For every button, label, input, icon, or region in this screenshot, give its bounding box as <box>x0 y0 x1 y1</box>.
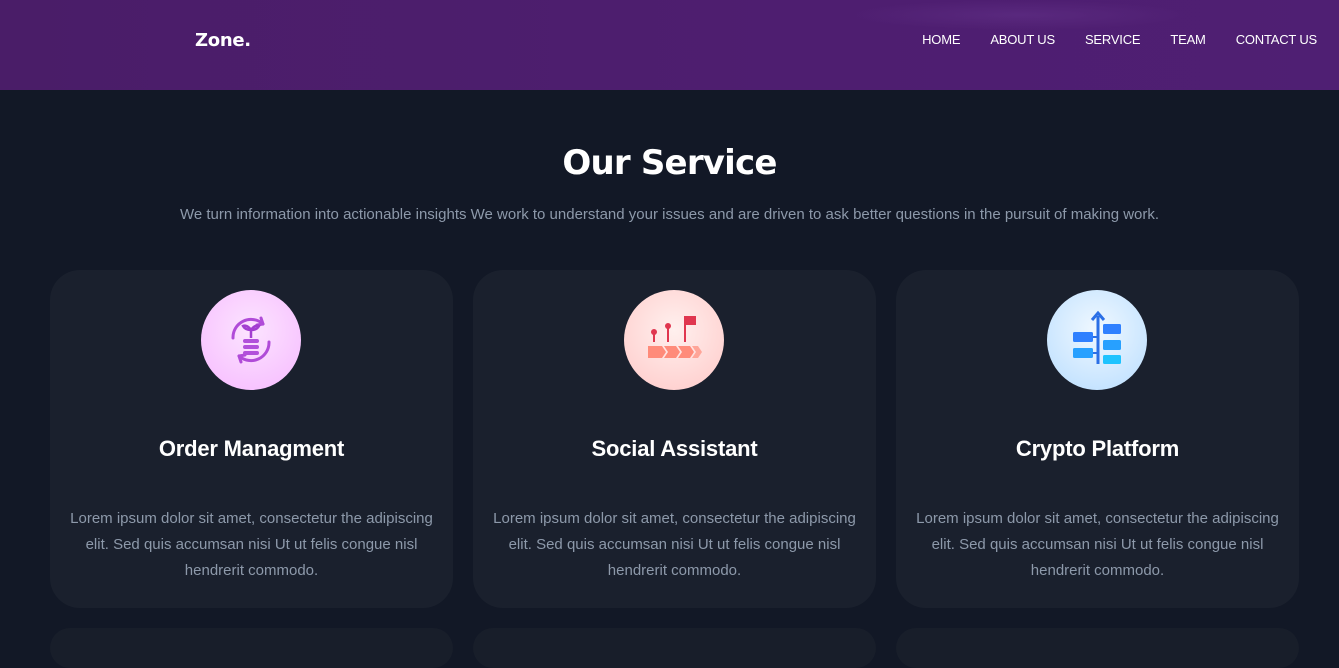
top-navbar: Zone. HOME ABOUT US SERVICE TEAM CONTACT… <box>0 0 1339 90</box>
card-text: Lorem ipsum dolor sit amet, consectetur … <box>493 510 856 579</box>
next-card-top <box>473 628 876 668</box>
card-text: Lorem ipsum dolor sit amet, consectetur … <box>916 510 1279 579</box>
nav-service-link[interactable]: SERVICE <box>1085 32 1141 47</box>
card-title: Order Managment <box>158 436 345 461</box>
card-text: Lorem ipsum dolor sit amet, consectetur … <box>70 510 433 579</box>
site-logo[interactable]: Zone. <box>195 30 251 51</box>
next-card-top <box>896 628 1299 668</box>
roadmap-flag-icon <box>624 290 724 390</box>
nav-home-link[interactable]: HOME <box>922 32 960 47</box>
section-title: Our Service <box>562 143 777 183</box>
card-title: Social Assistant <box>591 436 758 461</box>
growth-cycle-icon <box>201 290 301 390</box>
main-nav: HOME ABOUT US SERVICE TEAM CONTACT US <box>922 32 1317 47</box>
service-card-social-assistant: Social Assistant Lorem ipsum dolor sit a… <box>473 270 876 608</box>
nav-team-link[interactable]: TEAM <box>1170 32 1206 47</box>
nav-contact-link[interactable]: CONTACT US <box>1236 32 1318 47</box>
service-card-order-management: Order Managment Lorem ipsum dolor sit am… <box>50 270 453 608</box>
timeline-icon <box>1047 290 1147 390</box>
next-card-top <box>50 628 453 668</box>
section-subtitle: We turn information into actionable insi… <box>179 206 1160 223</box>
nav-about-link[interactable]: ABOUT US <box>990 32 1055 47</box>
service-card-crypto-platform: Crypto Platform Lorem ipsum dolor sit am… <box>896 270 1299 608</box>
card-title: Crypto Platform <box>1015 436 1180 461</box>
